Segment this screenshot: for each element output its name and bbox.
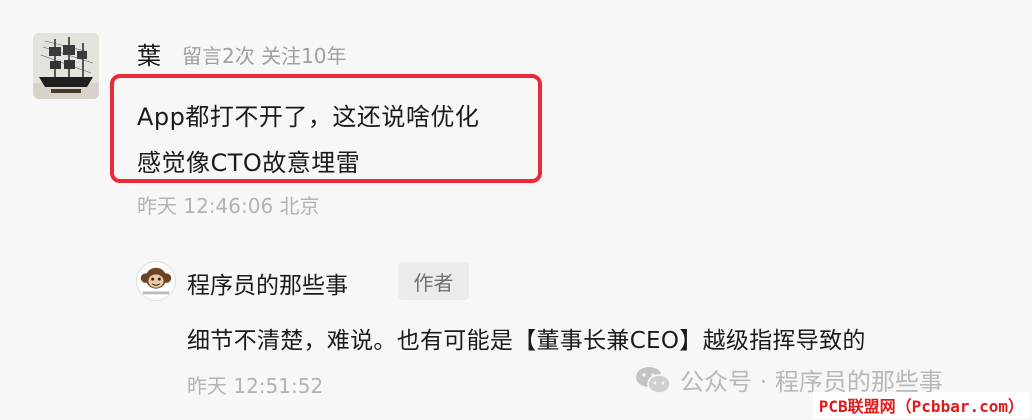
reply-text: 细节不清楚，难说。也有可能是【董事长兼CEO】越级指挥导致的 bbox=[187, 328, 866, 354]
commenter-meta: 留言2次 关注10年 bbox=[182, 44, 347, 68]
author-avatar[interactable] bbox=[136, 261, 176, 301]
comment-timestamp: 昨天 12:46:06 北京 bbox=[137, 194, 320, 218]
commenter-avatar[interactable] bbox=[33, 33, 99, 99]
comment-text-line-2: 感觉像CTO故意埋雷 bbox=[137, 149, 361, 177]
reply-timestamp: 昨天 12:51:52 bbox=[187, 374, 324, 398]
author-name[interactable]: 程序员的那些事 bbox=[187, 266, 348, 300]
comment-text-line-1: App都打不开了，这还说啥优化 bbox=[137, 103, 480, 131]
commenter-name[interactable]: 葉 bbox=[137, 36, 161, 71]
wechat-icon bbox=[636, 366, 671, 394]
author-badge: 作者 bbox=[398, 262, 469, 300]
site-watermark: PCB联盟网（Pcbbar.com） bbox=[812, 392, 1030, 418]
